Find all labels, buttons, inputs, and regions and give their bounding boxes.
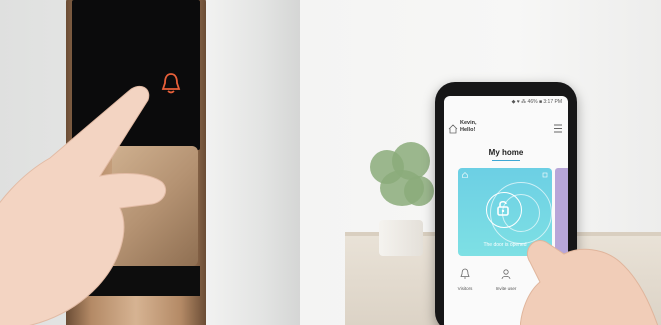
greeting-text: Kevin, Hello! bbox=[460, 120, 477, 133]
tab-visitors[interactable]: Visitors bbox=[446, 262, 484, 302]
unlock-icon bbox=[497, 200, 509, 216]
title-underline bbox=[492, 160, 520, 161]
bell-icon bbox=[460, 268, 470, 279]
menu-icon[interactable] bbox=[553, 124, 563, 133]
user-icon bbox=[501, 269, 511, 280]
right-hand bbox=[520, 240, 659, 325]
page-title: My home bbox=[488, 148, 524, 157]
vase bbox=[379, 220, 423, 256]
battery-icon bbox=[542, 172, 548, 178]
home-small-icon bbox=[462, 172, 468, 178]
status-bar: ◆ ♥ ⁂ 46% ■ 3:17 PM bbox=[511, 99, 562, 105]
home-icon[interactable] bbox=[448, 124, 458, 134]
left-hand bbox=[0, 85, 167, 325]
tab-label: Visitors bbox=[457, 286, 473, 291]
door-frame bbox=[205, 0, 300, 325]
plant bbox=[362, 140, 442, 228]
photo-scene: ◆ ♥ ⁂ 46% ■ 3:17 PM Kevin, Hello! My hom… bbox=[0, 0, 661, 325]
